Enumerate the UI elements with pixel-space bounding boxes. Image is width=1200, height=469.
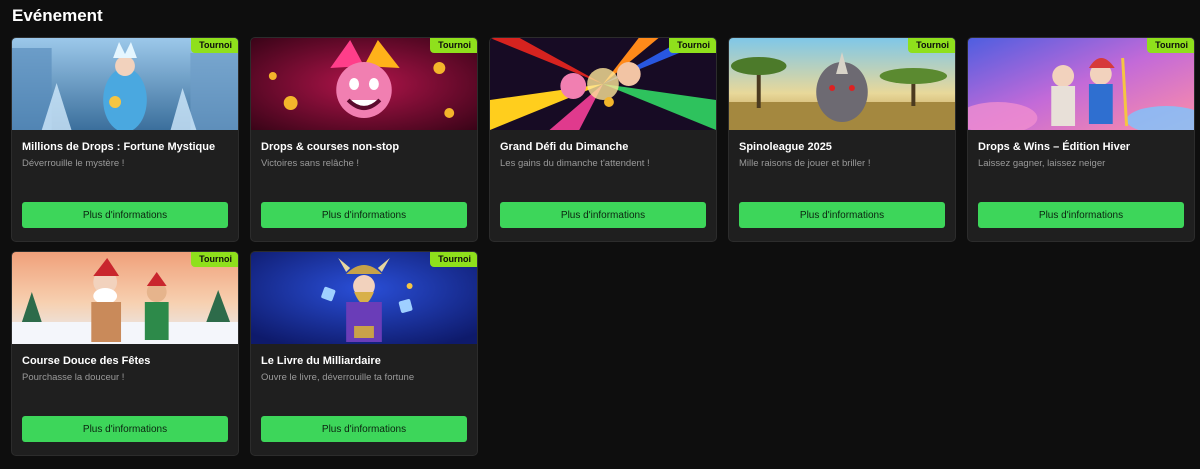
event-thumbnail[interactable]: Tournoi xyxy=(251,38,477,130)
card-subtitle: Déverrouille le mystère ! xyxy=(22,158,125,169)
event-thumbnail[interactable]: Tournoi xyxy=(12,252,238,344)
more-info-button[interactable]: Plus d'informations xyxy=(978,202,1184,228)
section-title: Evénement xyxy=(12,6,103,25)
event-thumbnail[interactable]: Tournoi xyxy=(968,38,1194,130)
card-subtitle: Victoires sans relâche ! xyxy=(261,158,360,169)
event-card[interactable]: Tournoi Millions de Drops : Fortune Myst… xyxy=(11,37,239,242)
card-title: Drops & Wins – Édition Hiver xyxy=(978,141,1131,153)
card-subtitle: Laissez gagner, laissez neiger xyxy=(978,158,1106,169)
card-subtitle: Ouvre le livre, déverrouille ta fortune xyxy=(261,372,415,383)
more-info-button[interactable]: Plus d'informations xyxy=(22,202,228,228)
tournament-badge: Tournoi xyxy=(1147,38,1194,53)
event-card[interactable]: Tournoi Drops & Wins – Édition Hiver Lai… xyxy=(967,37,1195,242)
tournament-badge: Tournoi xyxy=(430,38,477,53)
tournament-badge: Tournoi xyxy=(430,252,477,267)
tournament-badge: Tournoi xyxy=(191,38,238,53)
card-title: Course Douce des Fêtes xyxy=(22,355,151,367)
card-title: Spinoleague 2025 xyxy=(739,141,832,153)
event-card[interactable]: Tournoi Grand Défi du Dimanche Les gains… xyxy=(489,37,717,242)
card-subtitle: Les gains du dimanche t'attendent ! xyxy=(500,158,650,169)
event-thumbnail[interactable]: Tournoi xyxy=(251,252,477,344)
tournament-badge: Tournoi xyxy=(191,252,238,267)
event-thumbnail[interactable]: Tournoi xyxy=(729,38,955,130)
more-info-button[interactable]: Plus d'informations xyxy=(261,202,467,228)
event-card[interactable]: Tournoi Spinoleague 2025 Mille raisons d… xyxy=(728,37,956,242)
event-card[interactable]: Tournoi Le Livre du Milliardaire Ouvre l… xyxy=(250,251,478,456)
card-title: Drops & courses non-stop xyxy=(261,141,400,153)
card-title: Grand Défi du Dimanche xyxy=(500,141,629,153)
event-card[interactable]: Tournoi Course Douce des Fêtes Pourchass… xyxy=(11,251,239,456)
event-grid: Tournoi Millions de Drops : Fortune Myst… xyxy=(11,37,1195,456)
event-thumbnail[interactable]: Tournoi xyxy=(490,38,716,130)
tournament-badge: Tournoi xyxy=(908,38,955,53)
more-info-button[interactable]: Plus d'informations xyxy=(500,202,706,228)
more-info-button[interactable]: Plus d'informations xyxy=(261,416,467,442)
card-subtitle: Mille raisons de jouer et briller ! xyxy=(739,158,871,169)
more-info-button[interactable]: Plus d'informations xyxy=(739,202,945,228)
card-title: Millions de Drops : Fortune Mystique xyxy=(22,141,216,153)
event-thumbnail[interactable]: Tournoi xyxy=(12,38,238,130)
card-title: Le Livre du Milliardaire xyxy=(261,355,381,367)
tournament-badge: Tournoi xyxy=(669,38,716,53)
event-card[interactable]: Tournoi Drops & courses non-stop Victoir… xyxy=(250,37,478,242)
more-info-button[interactable]: Plus d'informations xyxy=(22,416,228,442)
card-subtitle: Pourchasse la douceur ! xyxy=(22,372,125,383)
